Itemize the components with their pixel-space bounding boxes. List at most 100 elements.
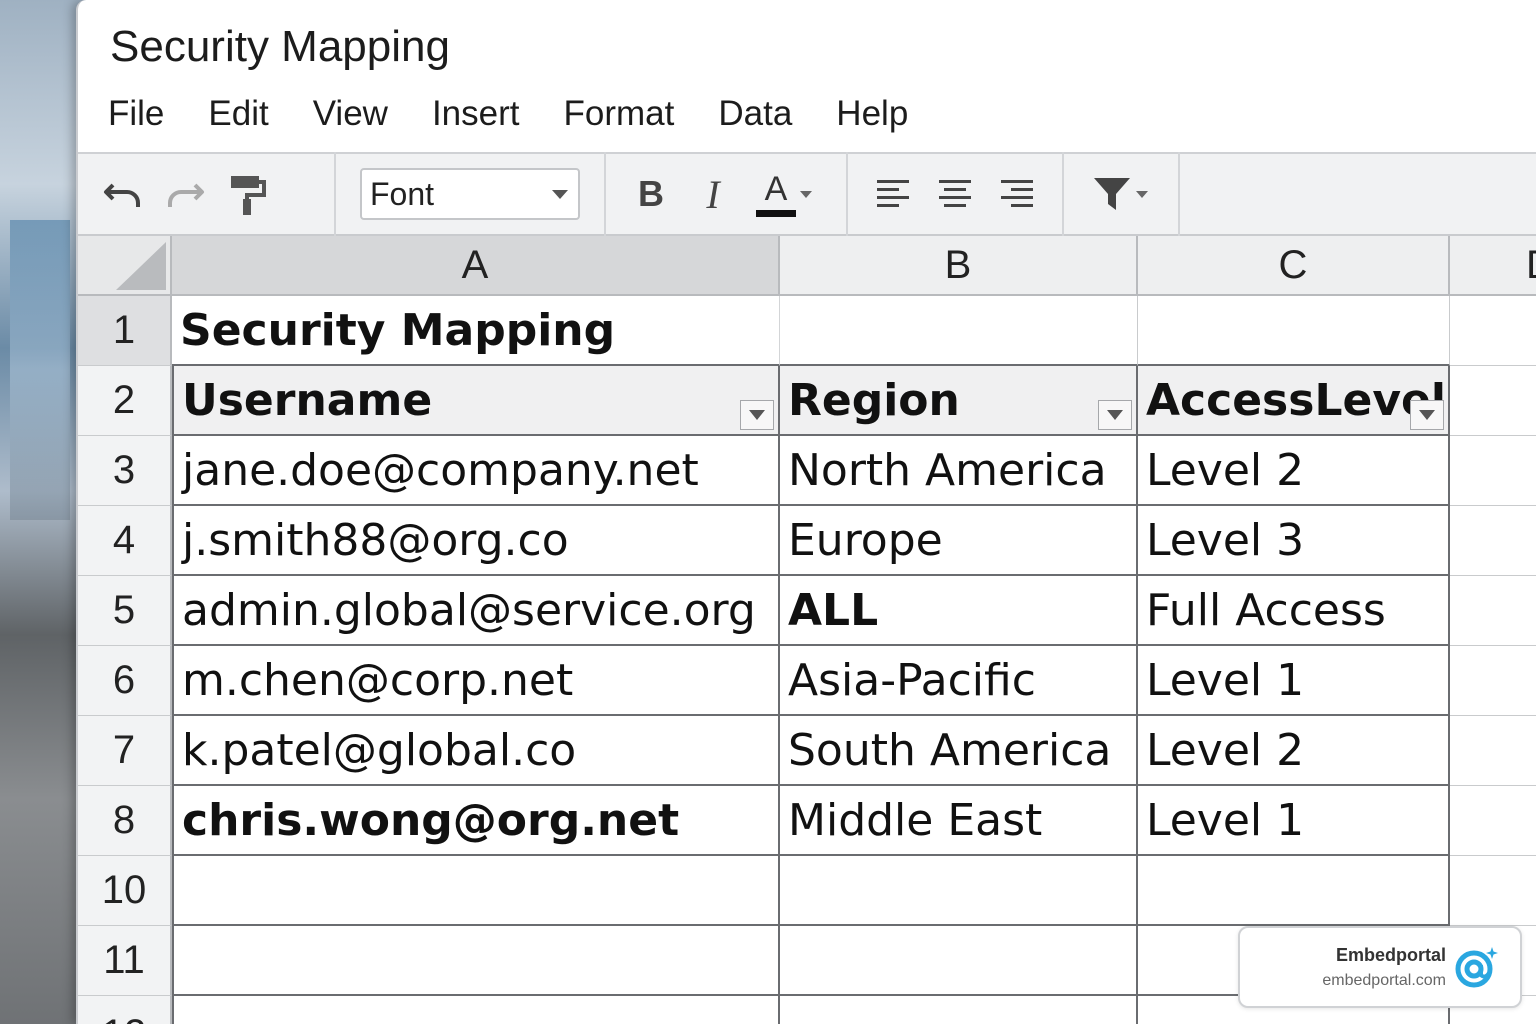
chevron-down-icon	[1419, 410, 1435, 420]
bold-icon: B	[638, 173, 664, 214]
username-cell[interactable]: chris.wong@org.net	[172, 786, 780, 856]
cell[interactable]	[172, 996, 780, 1024]
menu-format[interactable]: Format	[564, 94, 675, 138]
row-header[interactable]: 10	[78, 856, 172, 926]
cell[interactable]	[780, 296, 1138, 366]
watermark-text: Embedportal embedportal.com	[1322, 945, 1446, 990]
access-level-cell[interactable]: Full Access	[1138, 576, 1450, 646]
row-header[interactable]: 5	[78, 576, 172, 646]
menu-help[interactable]: Help	[836, 94, 908, 138]
cell[interactable]	[1138, 296, 1450, 366]
align-group	[848, 152, 1064, 236]
italic-button[interactable]: I	[682, 166, 744, 222]
bold-button[interactable]: B	[620, 166, 682, 222]
cell[interactable]	[1450, 786, 1536, 856]
menu-view[interactable]: View	[313, 94, 388, 138]
row-header[interactable]: 2	[78, 366, 172, 436]
region-cell[interactable]: Europe	[780, 506, 1138, 576]
cell[interactable]	[1450, 366, 1536, 436]
cell[interactable]	[1450, 646, 1536, 716]
align-right-button[interactable]	[986, 166, 1048, 222]
align-right-icon	[1001, 180, 1033, 207]
region-cell[interactable]: Middle East	[780, 786, 1138, 856]
chevron-down-icon	[1107, 410, 1123, 420]
row-header[interactable]: 4	[78, 506, 172, 576]
column-header-a[interactable]: A	[172, 236, 780, 296]
chevron-down-icon	[749, 410, 765, 420]
column-header-b[interactable]: B	[780, 236, 1138, 296]
column-title-accesslevel[interactable]: AccessLevel	[1138, 366, 1450, 436]
row-header[interactable]: 3	[78, 436, 172, 506]
align-left-icon	[877, 180, 909, 207]
cell[interactable]	[172, 856, 780, 926]
region-cell[interactable]: ALL	[780, 576, 1138, 646]
column-header-d[interactable]: D	[1450, 236, 1536, 296]
menu-edit[interactable]: Edit	[208, 94, 268, 138]
cell[interactable]	[172, 926, 780, 996]
access-level-cell[interactable]: Level 1	[1138, 786, 1450, 856]
align-center-button[interactable]	[924, 166, 986, 222]
menu-data[interactable]: Data	[718, 94, 792, 138]
row-header[interactable]: 7	[78, 716, 172, 786]
cell[interactable]	[1450, 296, 1536, 366]
redo-button[interactable]	[154, 166, 216, 222]
style-group: B I A	[606, 152, 848, 236]
menu-file[interactable]: File	[108, 94, 164, 138]
column-title-username[interactable]: Username	[172, 366, 780, 436]
username-cell[interactable]: jane.doe@company.net	[172, 436, 780, 506]
sheet-title-cell[interactable]: Security Mapping	[172, 296, 780, 366]
username-cell[interactable]: j.smith88@org.co	[172, 506, 780, 576]
font-color-button[interactable]: A	[744, 166, 824, 222]
filter-dropdown-button[interactable]	[740, 400, 774, 430]
cell[interactable]	[780, 926, 1138, 996]
access-level-cell[interactable]: Level 3	[1138, 506, 1450, 576]
column-title-region[interactable]: Region	[780, 366, 1138, 436]
header-label: Region	[788, 374, 960, 426]
cell[interactable]	[1450, 716, 1536, 786]
filter-icon	[1094, 178, 1130, 210]
spreadsheet-window: Security Mapping File Edit View Insert F…	[76, 0, 1536, 1024]
menu-bar: File Edit View Insert Format Data Help	[108, 94, 952, 138]
cell[interactable]	[1450, 856, 1536, 926]
username-cell[interactable]: k.patel@global.co	[172, 716, 780, 786]
redo-icon	[168, 183, 204, 207]
column-header-c[interactable]: C	[1138, 236, 1450, 296]
row-header[interactable]: 6	[78, 646, 172, 716]
access-level-cell[interactable]: Level 1	[1138, 646, 1450, 716]
watermark-brand: Embedportal	[1335, 944, 1446, 965]
row-header[interactable]: 1	[78, 296, 172, 366]
cell[interactable]	[1450, 506, 1536, 576]
align-left-button[interactable]	[862, 166, 924, 222]
font-color-swatch	[756, 209, 796, 217]
username-cell[interactable]: admin.global@service.org	[172, 576, 780, 646]
embedportal-watermark: Embedportal embedportal.com	[1238, 926, 1522, 1008]
cell[interactable]	[780, 856, 1138, 926]
access-level-cell[interactable]: Level 2	[1138, 436, 1450, 506]
row-header[interactable]: 12	[78, 996, 172, 1024]
font-select[interactable]: Font	[360, 168, 580, 220]
align-center-icon	[939, 180, 971, 207]
filter-dropdown-button[interactable]	[1410, 400, 1444, 430]
cell[interactable]	[1450, 576, 1536, 646]
undo-button[interactable]	[92, 166, 154, 222]
filter-dropdown-button[interactable]	[1098, 400, 1132, 430]
cell[interactable]	[1138, 856, 1450, 926]
filter-button[interactable]	[1078, 166, 1162, 222]
menu-insert[interactable]: Insert	[432, 94, 520, 138]
region-cell[interactable]: North America	[780, 436, 1138, 506]
cell[interactable]	[780, 996, 1138, 1024]
region-cell[interactable]: Asia-Pacific	[780, 646, 1138, 716]
access-level-cell[interactable]: Level 2	[1138, 716, 1450, 786]
region-cell[interactable]: South America	[780, 716, 1138, 786]
format-painter-button[interactable]	[216, 166, 278, 222]
history-group	[78, 152, 336, 236]
font-color-letter: A	[764, 169, 788, 208]
header-label: Username	[182, 374, 433, 426]
cell[interactable]	[1450, 436, 1536, 506]
watermark-url: embedportal.com	[1322, 971, 1446, 989]
username-cell[interactable]: m.chen@corp.net	[172, 646, 780, 716]
select-all-corner[interactable]	[78, 236, 172, 296]
row-header[interactable]: 11	[78, 926, 172, 996]
row-header[interactable]: 8	[78, 786, 172, 856]
format-painter-icon	[231, 176, 266, 215]
